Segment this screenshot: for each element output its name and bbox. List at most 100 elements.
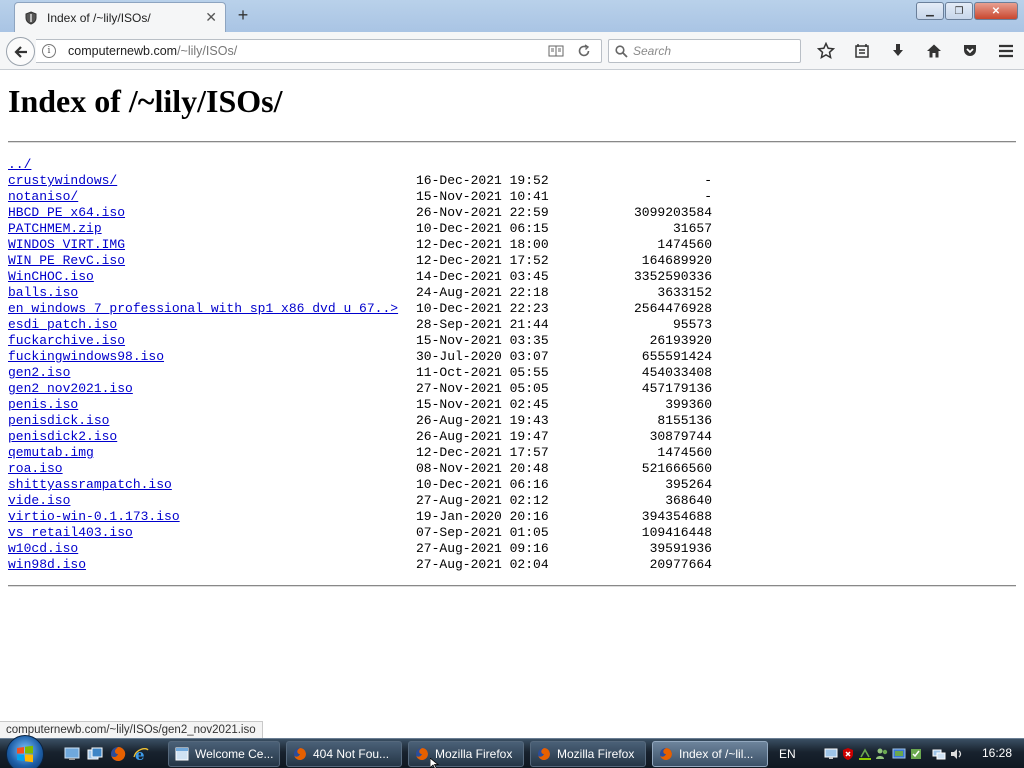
url-text[interactable]: computernewb.com/~lily/ISOs/ <box>68 44 545 58</box>
file-link[interactable]: gen2.iso <box>8 365 70 381</box>
update-tray-icon[interactable] <box>909 747 923 761</box>
tab-index-of-isos[interactable]: Index of /~lily/ISOs/ ✕ <box>14 2 226 32</box>
status-link-preview: computernewb.com/~lily/ISOs/gen2_nov2021… <box>0 721 263 738</box>
downloads-icon[interactable] <box>880 39 916 63</box>
show-desktop-icon[interactable] <box>62 745 82 763</box>
listing-row: vide.iso 27-Aug-2021 02:12 368640 <box>8 493 1016 509</box>
close-window-button[interactable]: ✕ <box>974 2 1018 20</box>
file-link[interactable]: fuckarchive.iso <box>8 333 125 349</box>
pocket-icon[interactable] <box>952 39 988 63</box>
file-size: 368640 <box>665 493 712 508</box>
taskbar-button-index-of[interactable]: Index of /~lil... <box>652 741 768 767</box>
taskbar-button-firefox-1[interactable]: Mozilla Firefox <box>408 741 524 767</box>
file-link[interactable]: virtio-win-0.1.173.iso <box>8 509 180 525</box>
file-date: 27-Nov-2021 05:05 <box>416 381 549 396</box>
file-link[interactable]: vide.iso <box>8 493 70 509</box>
bookmarks-menu-icon[interactable] <box>844 39 880 63</box>
listing-row: win98d.iso 27-Aug-2021 02:04 20977664 <box>8 557 1016 573</box>
file-listing: ../crustywindows/16-Dec-2021 19:52- notan… <box>8 157 1016 573</box>
listing-row: WIN_PE_RevC.iso 12-Dec-2021 17:52 16468992… <box>8 253 1016 269</box>
file-link[interactable]: qemutab.img <box>8 445 94 461</box>
language-indicator[interactable]: EN <box>779 747 796 761</box>
taskbar-button-firefox-2[interactable]: Mozilla Firefox <box>530 741 646 767</box>
bookmark-star-icon[interactable] <box>808 39 844 63</box>
site-info-icon[interactable]: i <box>42 44 56 58</box>
listing-row: en_windows_7_professional_with_sp1_x86_d… <box>8 301 1016 317</box>
parent-directory-link[interactable]: ../ <box>8 157 31 173</box>
url-path: /~lily/ISOs/ <box>177 44 238 58</box>
file-date: 27-Aug-2021 02:04 <box>416 557 549 572</box>
taskbar-button-welcome-center[interactable]: Welcome Ce... <box>168 741 280 767</box>
security-alert-icon[interactable] <box>841 747 855 761</box>
file-date: 15-Nov-2021 02:45 <box>416 397 549 412</box>
url-bar[interactable]: i computernewb.com/~lily/ISOs/ <box>36 39 602 63</box>
back-button[interactable] <box>6 37 35 66</box>
tab-close-icon[interactable]: ✕ <box>205 9 217 26</box>
firefox-quicklaunch-icon[interactable] <box>108 745 128 763</box>
file-date: 19-Jan-2020 20:16 <box>416 509 549 524</box>
reader-view-icon[interactable] <box>545 40 567 62</box>
new-tab-button[interactable]: + <box>232 4 254 26</box>
file-date: 28-Sep-2021 21:44 <box>416 317 549 332</box>
file-link[interactable]: esdi_patch.iso <box>8 317 117 333</box>
maximize-button[interactable]: ❐ <box>945 2 973 20</box>
file-link[interactable]: en_windows_7_professional_with_sp1_x86_d… <box>8 301 398 317</box>
file-link[interactable]: crustywindows/ <box>8 173 117 189</box>
firefox-icon <box>294 748 306 760</box>
listing-row: gen2_nov2021.iso 27-Nov-2021 05:05 4571791… <box>8 381 1016 397</box>
file-date: 08-Nov-2021 20:48 <box>416 461 549 476</box>
file-link[interactable]: penisdick2.iso <box>8 429 117 445</box>
listing-row: virtio-win-0.1.173.iso 19-Jan-2020 20:16 3… <box>8 509 1016 525</box>
internet-explorer-icon[interactable]: e <box>131 745 151 763</box>
file-size: 31657 <box>672 221 712 236</box>
home-icon[interactable] <box>916 39 952 63</box>
reload-icon[interactable] <box>573 40 595 62</box>
file-link[interactable]: gen2_nov2021.iso <box>8 381 133 397</box>
top-divider <box>8 141 1016 143</box>
file-link[interactable]: penis.iso <box>8 397 78 413</box>
file-link[interactable]: penisdick.iso <box>8 413 109 429</box>
file-link[interactable]: shittyassrampatch.iso <box>8 477 172 493</box>
file-size: 95573 <box>672 317 712 332</box>
file-link[interactable]: w10cd.iso <box>8 541 78 557</box>
search-input[interactable]: Search <box>633 44 671 58</box>
listing-row: vs_retail403.iso 07-Sep-2021 01:05 1094164… <box>8 525 1016 541</box>
file-size: 454033408 <box>641 365 712 380</box>
window-icon <box>175 747 189 761</box>
volume-icon[interactable] <box>949 747 963 761</box>
start-button[interactable] <box>6 735 44 768</box>
system-tray: EN <box>774 739 966 768</box>
display-tray-icon[interactable] <box>892 747 906 761</box>
users-tray-icon[interactable] <box>875 747 889 761</box>
network-connection-icon[interactable] <box>932 747 946 761</box>
taskbar-button-404[interactable]: 404 Not Fou... <box>286 741 402 767</box>
listing-row: notaniso/15-Nov-2021 10:41 - <box>8 189 1016 205</box>
file-link[interactable]: WINDOS_VIRT.IMG <box>8 237 125 253</box>
file-size: 395264 <box>665 477 712 492</box>
file-size: 3099203584 <box>633 205 712 220</box>
file-link[interactable]: WIN_PE_RevC.iso <box>8 253 125 269</box>
file-size: 1474560 <box>657 445 712 460</box>
file-link[interactable]: HBCD_PE_x64.iso <box>8 205 125 221</box>
file-link[interactable]: fuckingwindows98.iso <box>8 349 164 365</box>
file-link[interactable]: WinCHOC.iso <box>8 269 94 285</box>
quick-launch: e <box>62 745 154 763</box>
network-tray-icon[interactable] <box>858 747 872 761</box>
search-bar[interactable]: Search <box>608 39 801 63</box>
listing-row: WINDOS_VIRT.IMG 12-Dec-2021 18:00 1474560 <box>8 237 1016 253</box>
monitor-tray-icon[interactable] <box>824 747 838 761</box>
firefox-icon <box>416 748 428 760</box>
file-link[interactable]: roa.iso <box>8 461 63 477</box>
file-link[interactable]: balls.iso <box>8 285 78 301</box>
minimize-button[interactable]: ▁ <box>916 2 944 20</box>
file-link[interactable]: PATCHMEM.zip <box>8 221 102 237</box>
hamburger-menu-icon[interactable] <box>988 39 1024 63</box>
switch-windows-icon[interactable] <box>85 745 105 763</box>
file-link[interactable]: notaniso/ <box>8 189 78 205</box>
file-size: 655591424 <box>641 349 712 364</box>
file-link[interactable]: vs_retail403.iso <box>8 525 133 541</box>
file-link[interactable]: win98d.iso <box>8 557 86 573</box>
system-clock[interactable]: 16:28 <box>982 746 1012 760</box>
listing-row: penis.iso 15-Nov-2021 02:45 399360 <box>8 397 1016 413</box>
file-size: 164689920 <box>641 253 712 268</box>
